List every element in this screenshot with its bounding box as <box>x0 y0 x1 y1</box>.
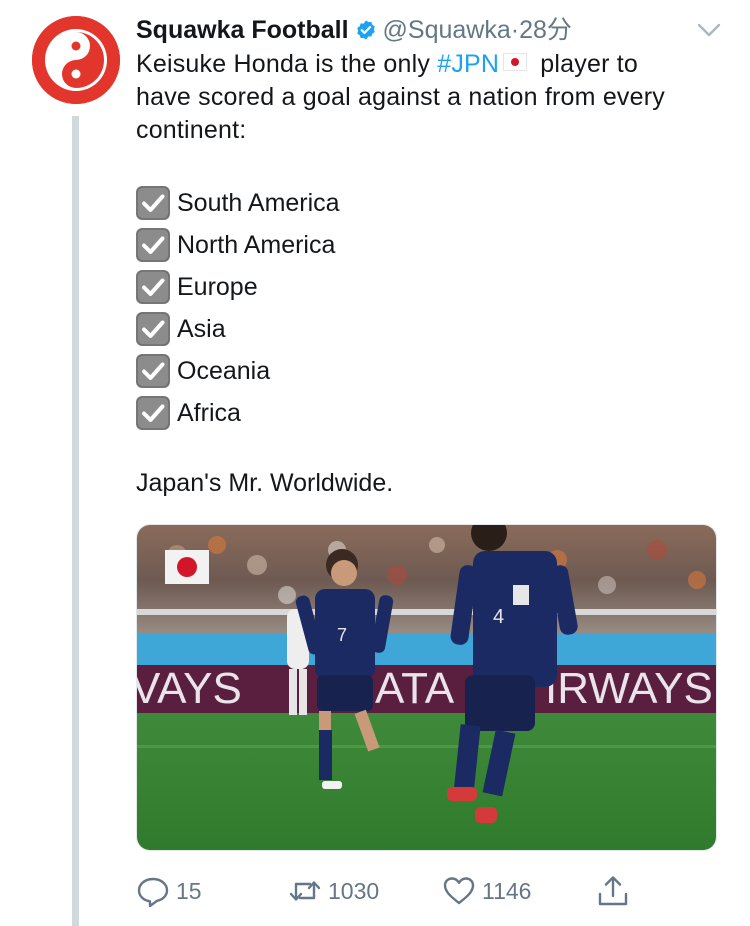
retweet-icon <box>289 881 321 901</box>
checklist-label: South America <box>177 189 340 217</box>
jersey-number-left: 7 <box>337 625 347 645</box>
separator-dot: · <box>510 16 520 44</box>
text-line1-suffix: player to <box>533 50 638 78</box>
checklist-label: Oceania <box>177 357 271 385</box>
tweet-timestamp[interactable]: 28分 <box>519 16 572 44</box>
checked-box-icon <box>136 396 170 430</box>
tweet-photo[interactable]: VAYS ATA IRWAYS 7 4 <box>136 524 717 851</box>
retweet-count: 1030 <box>328 878 380 904</box>
text-line1-prefix: Keisuke Honda is the only <box>136 50 438 78</box>
checked-box-icon <box>136 228 170 262</box>
text-line3: continent: <box>136 116 247 144</box>
squawka-logo-icon <box>32 16 120 104</box>
checked-box-icon <box>136 354 170 388</box>
author-name[interactable]: Squawka Football <box>136 16 349 44</box>
reply-icon <box>137 877 169 908</box>
checklist-label: North America <box>177 231 336 259</box>
football-celebration-image: VAYS ATA IRWAYS 7 4 <box>137 525 716 850</box>
hashtag-link[interactable]: #JPN <box>437 50 499 78</box>
checklist-label: Europe <box>177 273 258 301</box>
tweet-actions: 15 1030 1146 <box>136 872 636 910</box>
jersey-number-right: 4 <box>493 606 504 628</box>
text-line2: have scored a goal against a nation from… <box>136 83 665 111</box>
tweet-header: Squawka Football @Squawka·28分 <box>136 14 726 46</box>
checked-box-icon <box>136 270 170 304</box>
checked-box-icon <box>136 186 170 220</box>
board-text-mid: ATA <box>375 664 455 713</box>
reply-count: 15 <box>176 878 202 904</box>
share-icon <box>598 876 628 906</box>
board-text-right: IRWAYS <box>545 664 713 713</box>
thread-line <box>72 116 79 926</box>
tweet-closing-line: Japan's Mr. Worldwide. <box>136 469 394 497</box>
heart-icon <box>443 877 475 905</box>
japan-flag-icon <box>503 53 528 71</box>
board-text-left: VAYS <box>137 664 242 713</box>
verified-badge-icon <box>356 20 375 40</box>
checked-box-icon <box>136 312 170 346</box>
tweet-text: Keisuke Honda is the only #JPN player to… <box>136 48 726 147</box>
checklist-label: Africa <box>177 399 241 427</box>
avatar[interactable] <box>32 16 120 104</box>
like-count: 1146 <box>482 878 532 904</box>
author-handle[interactable]: @Squawka <box>383 16 511 44</box>
chevron-down-icon[interactable] <box>696 20 722 40</box>
checklist-label: Asia <box>177 315 226 343</box>
